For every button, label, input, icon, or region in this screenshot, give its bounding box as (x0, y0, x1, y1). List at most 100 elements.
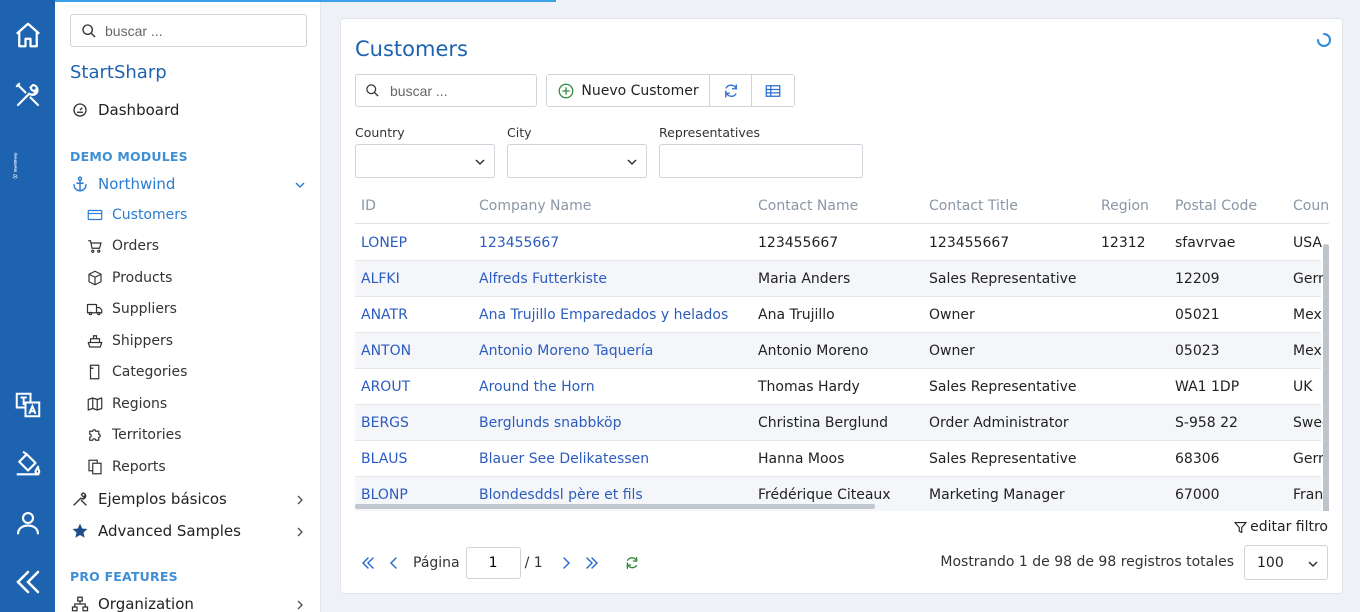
grid-toolbar: Nuevo Customer (546, 74, 795, 107)
cell-company-name[interactable]: 123455667 (479, 235, 559, 251)
column-header-postal-code[interactable]: Postal Code (1175, 198, 1257, 214)
representatives-filter-input[interactable] (659, 144, 863, 178)
puzzle-icon (85, 425, 105, 445)
sidebar-item-label: Regions (112, 396, 168, 412)
city-filter-select[interactable] (507, 144, 647, 178)
chevron-right-icon (562, 557, 570, 569)
sidebar-item-northwind[interactable]: Northwind (70, 174, 306, 194)
column-header-contact-title[interactable]: Contact Title (929, 198, 1018, 214)
table-row[interactable]: BERGS Berglunds snabbköp Christina Berglun… (355, 405, 1329, 441)
cell-id[interactable]: LONEP (361, 235, 407, 251)
cell-contact-name: Hanna Moos (758, 451, 845, 467)
last-page-button[interactable] (579, 550, 605, 576)
folder-icon (85, 362, 105, 382)
column-header-country[interactable]: Coun (1293, 198, 1329, 214)
cell-contact-name: Maria Anders (758, 271, 851, 287)
next-page-button[interactable] (553, 550, 579, 576)
table-row[interactable]: ANATR Ana Trujillo Emparedados y helados A… (355, 297, 1322, 333)
copy-icon (85, 457, 105, 477)
chevron-down-icon (627, 159, 637, 166)
first-page-button[interactable] (355, 550, 381, 576)
table-row[interactable]: AROUT Around the Horn Thomas Hardy Sales Re… (355, 369, 1321, 405)
sidebar-item-label: Customers (112, 207, 188, 223)
sidebar-search-input[interactable] (105, 22, 295, 39)
prev-page-button[interactable] (381, 550, 407, 576)
cell-contact-name: Christina Berglund (758, 415, 889, 431)
table-row[interactable]: LONEP 123455667 123455667 123455667 12312 sfa… (355, 225, 1322, 261)
page-size-value: 100 (1257, 554, 1284, 571)
tools-icon[interactable] (0, 75, 55, 115)
sidebar-item-reports[interactable]: Reports (85, 457, 166, 477)
grid-search[interactable] (355, 74, 537, 107)
cell-company-name[interactable]: Antonio Moreno Taquería (479, 343, 653, 359)
scrollbar-thumb[interactable] (1323, 244, 1329, 511)
cart-icon (85, 236, 105, 256)
pager-refresh-button[interactable] (619, 550, 645, 576)
cell-id[interactable]: ALFKI (361, 271, 400, 287)
chevron-down-icon (295, 182, 305, 188)
sidebar-item-ejemplos[interactable]: Ejemplos básicos (70, 489, 306, 509)
country-filter-select[interactable] (355, 144, 495, 178)
collapse-sidebar-icon[interactable] (0, 562, 55, 602)
column-header-id[interactable]: ID (361, 198, 376, 214)
sidebar-item-label: Advanced Samples (98, 522, 241, 540)
column-header-contact-name[interactable]: Contact Name (758, 198, 858, 214)
sidebar-item-organization[interactable]: Organization (70, 594, 306, 612)
column-header-company-name[interactable]: Company Name (479, 198, 591, 214)
table-row[interactable]: ALFKI Alfreds Futterkiste Maria Anders Sale… (355, 261, 1327, 297)
sidebar-item-territories[interactable]: Territories (85, 425, 182, 445)
cell-id[interactable]: BERGS (361, 415, 409, 431)
sidebar-item-shippers[interactable]: Shippers (85, 331, 173, 351)
cell-company-name[interactable]: Berglunds snabbköp (479, 415, 621, 431)
cell-contact-title: Sales Representative (929, 271, 1077, 287)
grid-horizontal-scrollbar[interactable] (355, 504, 875, 509)
sidebar-item-suppliers[interactable]: Suppliers (85, 299, 177, 319)
sidebar-item-advanced[interactable]: Advanced Samples (70, 521, 306, 541)
table-row[interactable]: BLAUS Blauer See Delikatessen Hanna Moos Sa… (355, 441, 1327, 477)
cell-country: Mex (1293, 307, 1322, 323)
cell-country: Fran (1293, 487, 1324, 503)
cell-company-name[interactable]: Blauer See Delikatessen (479, 451, 649, 467)
sidebar-search[interactable] (70, 14, 307, 47)
column-picker-button[interactable] (752, 75, 794, 106)
cell-company-name[interactable]: Alfreds Futterkiste (479, 271, 607, 287)
sidebar-item-regions[interactable]: Regions (85, 394, 167, 414)
cell-company-name[interactable]: Around the Horn (479, 379, 595, 395)
section-header-demo: DEMO MODULES (70, 149, 188, 164)
cell-id[interactable]: ANTON (361, 343, 411, 359)
sidebar-brand-title[interactable]: StartSharp (70, 62, 167, 83)
cell-id[interactable]: BLAUS (361, 451, 407, 467)
sidebar-item-orders[interactable]: Orders (85, 236, 159, 256)
cell-id[interactable]: ANATR (361, 307, 408, 323)
cell-contact-name: 123455667 (758, 235, 839, 251)
table-row[interactable]: ANTON Antonio Moreno Taquería Antonio More… (355, 333, 1322, 369)
cell-contact-title: Sales Representative (929, 451, 1077, 467)
new-customer-button[interactable]: Nuevo Customer (547, 75, 710, 106)
column-header-region[interactable]: Region (1101, 198, 1149, 214)
cell-id[interactable]: AROUT (361, 379, 410, 395)
cell-company-name[interactable]: Blondesddsl père et fils (479, 487, 643, 503)
cell-country: USA (1293, 235, 1322, 251)
cell-company-name[interactable]: Ana Trujillo Emparedados y helados (479, 307, 728, 323)
page-number-input[interactable] (465, 547, 521, 579)
org-chart-icon (70, 594, 90, 612)
sidebar-item-customers[interactable]: Customers (85, 205, 187, 225)
grid-search-input[interactable] (390, 82, 530, 99)
sidebar-item-dashboard[interactable]: Dashboard (70, 100, 179, 120)
edit-filter-link[interactable]: editar filtro (1233, 519, 1328, 535)
translate-icon[interactable] (0, 385, 55, 425)
sidebar-item-products[interactable]: Products (85, 268, 172, 288)
user-icon[interactable] (0, 503, 55, 543)
page-size-select[interactable]: 100 (1244, 545, 1328, 580)
grid-vertical-scrollbar[interactable] (1323, 244, 1329, 511)
home-icon[interactable] (0, 15, 55, 55)
cell-contact-title: Marketing Manager (929, 487, 1065, 503)
section-header-pro: PRO FEATURES (70, 569, 178, 584)
cell-id[interactable]: BLONP (361, 487, 408, 503)
customers-panel: Customers Nuevo Customer Country City Re… (340, 18, 1343, 594)
refresh-button[interactable] (710, 75, 752, 106)
sidebar-item-label: Organization (98, 595, 194, 612)
star-icon (70, 521, 90, 541)
paint-bucket-icon[interactable] (0, 443, 55, 483)
sidebar-item-categories[interactable]: Categories (85, 362, 187, 382)
